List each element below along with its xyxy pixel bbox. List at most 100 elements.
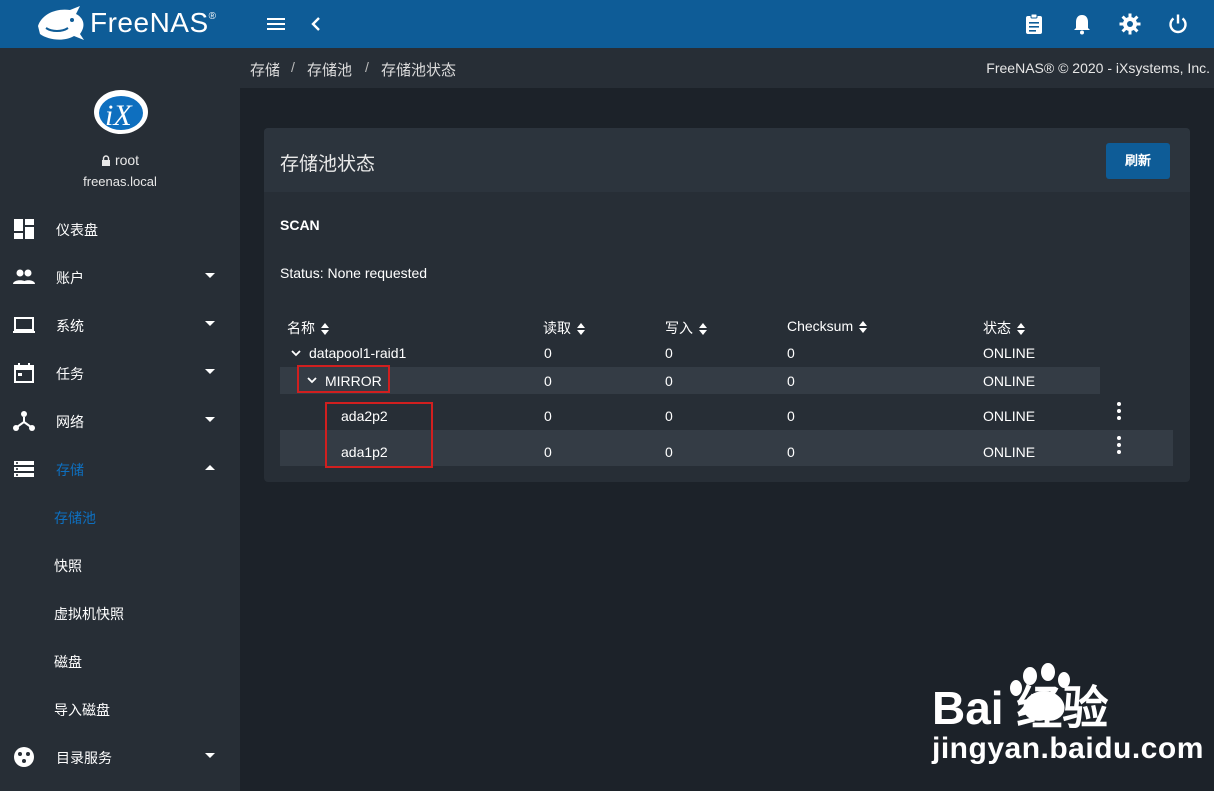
- sort-icon: [321, 323, 329, 336]
- top-bar: FreeNAS®: [0, 0, 1214, 48]
- pool-status-card: 存储池状态 刷新 SCAN Status: None requested 名称 …: [264, 128, 1190, 482]
- sidebar-subitem-label: 虚拟机快照: [54, 606, 124, 622]
- sidebar-item-label: 目录服务: [56, 750, 112, 766]
- sidebar-subitem-label: 快照: [54, 558, 82, 574]
- table-row: ada2p2 0 0 0 ONLINE: [280, 398, 1173, 434]
- read-errors: 0: [544, 373, 552, 389]
- read-errors: 0: [544, 345, 552, 361]
- breadcrumb-separator: /: [291, 59, 295, 75]
- sidebar-item-tasks[interactable]: 任务: [0, 349, 240, 397]
- sidebar-subitem-label: 导入磁盘: [54, 702, 110, 718]
- sort-icon: [699, 323, 707, 336]
- breadcrumb-pool-status: 存储池状态: [381, 62, 457, 79]
- read-errors: 0: [544, 408, 552, 424]
- ixsystems-logo: iX: [94, 90, 148, 134]
- calendar-icon: [14, 363, 34, 383]
- sidebar-item-network[interactable]: 网络: [0, 397, 240, 445]
- checksum-errors: 0: [787, 444, 795, 460]
- more-vert-icon[interactable]: [1116, 402, 1122, 420]
- page-title: 存储池状态: [280, 154, 376, 175]
- more-vert-icon[interactable]: [1116, 436, 1122, 454]
- chevron-down-icon: [205, 753, 215, 758]
- chevron-down-icon: [205, 417, 215, 422]
- breadcrumb: 存储 / 存储池 / 存储池状态 FreeNAS® © 2020 - iXsys…: [240, 48, 1214, 88]
- chevron-down-icon[interactable]: [306, 374, 318, 386]
- chevron-down-icon: [205, 273, 215, 278]
- column-header-write[interactable]: 写入: [665, 318, 707, 338]
- chevron-down-icon[interactable]: [290, 347, 302, 359]
- sidebar-subitem-import-disk[interactable]: 导入磁盘: [0, 685, 240, 733]
- copyright: FreeNAS® © 2020 - iXsystems, Inc.: [986, 60, 1210, 76]
- logo-area: FreeNAS®: [0, 0, 240, 48]
- svg-text:Bai 经验: Bai 经验: [932, 682, 1108, 734]
- scan-status: Status: None requested: [280, 265, 428, 281]
- chevron-down-icon: [205, 321, 215, 326]
- menu-icon[interactable]: [264, 12, 288, 36]
- user-name: root: [0, 152, 240, 168]
- chevron-up-icon: [205, 465, 215, 470]
- sidebar-item-label: 系统: [56, 318, 84, 334]
- sort-icon: [577, 323, 585, 336]
- laptop-icon: [13, 317, 35, 333]
- state: ONLINE: [983, 345, 1036, 361]
- table-row: ada1p2 0 0 0 ONLINE: [280, 430, 1173, 466]
- sort-icon: [1017, 323, 1025, 336]
- sidebar-subitem-vm-snapshots[interactable]: 虚拟机快照: [0, 589, 240, 637]
- freenas-shark-logo: [38, 6, 84, 40]
- vdev-name: MIRROR: [325, 373, 382, 389]
- sidebar-item-storage[interactable]: 存储: [0, 445, 240, 493]
- table-row: MIRROR 0 0 0 ONLINE: [280, 367, 1100, 394]
- breadcrumb-separator: /: [365, 59, 369, 75]
- sidebar-subitem-pools[interactable]: 存储池: [0, 493, 240, 541]
- column-header-name[interactable]: 名称: [287, 318, 329, 338]
- sidebar: iX root freenas.local 仪表盘 账户 系统 任务 网络 存储…: [0, 48, 240, 791]
- disk-name: ada2p2: [341, 408, 388, 424]
- svg-text:iX: iX: [105, 99, 133, 132]
- user-host: freenas.local: [83, 174, 157, 189]
- column-header-checksum[interactable]: Checksum: [787, 318, 868, 334]
- pool-name: datapool1-raid1: [309, 345, 407, 361]
- sidebar-item-directory-services[interactable]: 目录服务: [0, 733, 240, 781]
- checksum-errors: 0: [787, 373, 795, 389]
- state: ONLINE: [983, 408, 1036, 424]
- checksum-errors: 0: [787, 408, 795, 424]
- sidebar-item-label: 存储: [56, 462, 84, 478]
- network-icon: [13, 411, 35, 431]
- breadcrumb-pools[interactable]: 存储池: [307, 59, 352, 80]
- gear-icon[interactable]: [1118, 12, 1142, 36]
- sidebar-item-label: 网络: [56, 414, 84, 430]
- write-errors: 0: [665, 444, 673, 460]
- disk-name: ada1p2: [341, 444, 388, 460]
- column-header-read[interactable]: 读取: [543, 318, 585, 338]
- sidebar-subitem-disks[interactable]: 磁盘: [0, 637, 240, 685]
- back-icon[interactable]: [304, 12, 328, 36]
- sidebar-item-accounts[interactable]: 账户: [0, 253, 240, 301]
- refresh-button[interactable]: 刷新: [1106, 143, 1170, 179]
- write-errors: 0: [665, 345, 673, 361]
- state: ONLINE: [983, 373, 1036, 389]
- people-icon: [13, 269, 35, 284]
- scan-label: SCAN: [280, 217, 320, 233]
- dashboard-icon: [14, 219, 34, 239]
- column-header-state[interactable]: 状态: [983, 318, 1025, 338]
- write-errors: 0: [665, 373, 673, 389]
- sidebar-item-label: 任务: [56, 366, 84, 382]
- bell-icon[interactable]: [1070, 12, 1094, 36]
- brand-name: FreeNAS®: [90, 7, 217, 38]
- sidebar-item-dashboard[interactable]: 仪表盘: [0, 205, 240, 253]
- sidebar-item-label: 仪表盘: [56, 222, 98, 238]
- sidebar-item-system[interactable]: 系统: [0, 301, 240, 349]
- watermark-url: jingyan.baidu.com: [932, 732, 1204, 765]
- sidebar-subitem-label: 存储池: [54, 510, 96, 526]
- sidebar-subitem-snapshots[interactable]: 快照: [0, 541, 240, 589]
- card-header: 存储池状态 刷新: [264, 128, 1190, 192]
- write-errors: 0: [665, 408, 673, 424]
- state: ONLINE: [983, 444, 1036, 460]
- checksum-errors: 0: [787, 345, 795, 361]
- power-icon[interactable]: [1166, 12, 1190, 36]
- lock-icon: [101, 155, 110, 166]
- clipboard-icon[interactable]: [1022, 12, 1046, 36]
- sidebar-item-label: 账户: [56, 270, 84, 286]
- breadcrumb-storage[interactable]: 存储: [250, 59, 280, 80]
- read-errors: 0: [544, 444, 552, 460]
